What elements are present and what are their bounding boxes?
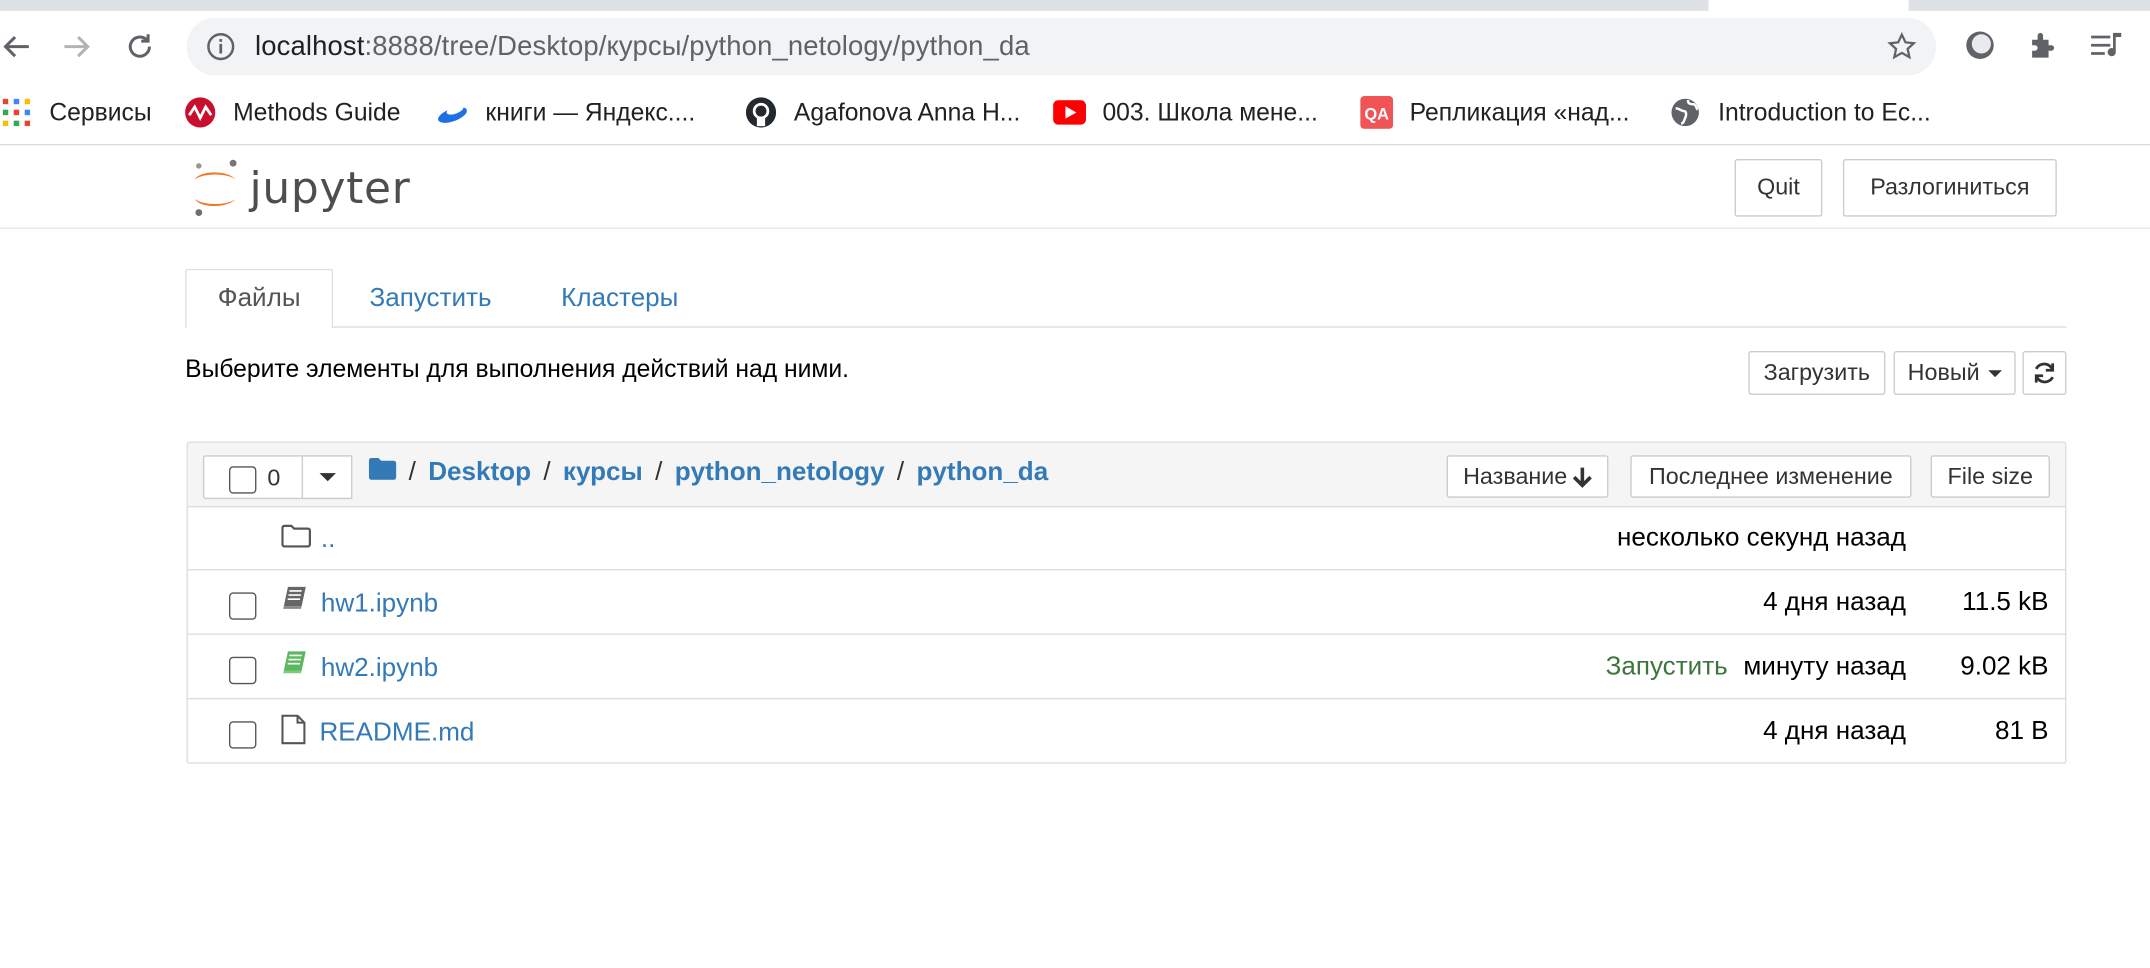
- running-status: Запустить: [1605, 652, 1728, 682]
- breadcrumb-separator: /: [408, 457, 416, 487]
- tab-running[interactable]: Запустить: [347, 269, 514, 328]
- file-size: 81 B: [1994, 717, 2049, 746]
- bookmarks-bar: Сервисы Methods Guide книги — Яндекс....…: [0, 82, 2150, 146]
- browser-tab-strip: [0, 0, 2150, 11]
- extensions-puzzle-icon[interactable]: [2027, 29, 2060, 69]
- selection-hint: Выберите элементы для выполнения действи…: [185, 355, 850, 383]
- profile-circle-icon[interactable]: [1964, 29, 1997, 69]
- refresh-icon: [2034, 362, 2055, 384]
- bookmark-yandex-books[interactable]: книги — Яндекс....: [436, 96, 695, 129]
- sort-by-size-button[interactable]: File size: [1930, 455, 2050, 498]
- select-all-checkbox[interactable]: [228, 466, 257, 494]
- logout-button[interactable]: Разлогиниться: [1842, 159, 2057, 217]
- new-button-label: Новый: [1907, 359, 1980, 386]
- youtube-icon: [1053, 96, 1086, 129]
- bookmark-label: книги — Яндекс....: [485, 98, 696, 126]
- jupyter-header: jupyter Quit Разлогиниться: [0, 146, 2150, 229]
- breadcrumb-separator: /: [655, 457, 663, 487]
- reading-list-icon[interactable]: [2090, 29, 2126, 69]
- sort-name-label: Название: [1463, 462, 1568, 489]
- row-checkbox[interactable]: [228, 592, 257, 620]
- sort-by-modified-button[interactable]: Последнее изменение: [1630, 455, 1912, 498]
- folder-outline-icon: [281, 524, 311, 556]
- file-icon: [281, 714, 306, 751]
- file-list-header: 0 / Desktop / курсы / python_netology / …: [187, 442, 2066, 508]
- jupyter-logo[interactable]: jupyter: [192, 158, 410, 218]
- globe-icon: [1669, 96, 1702, 129]
- selected-count: 0: [267, 464, 281, 491]
- bookmark-github[interactable]: Agafonova Anna H...: [745, 96, 1021, 129]
- tab-bar: Файлы Запустить Кластеры: [185, 268, 2067, 330]
- list-item[interactable]: README.md 4 дня назад 81 B: [188, 701, 2065, 764]
- reload-icon[interactable]: [123, 30, 156, 63]
- file-name-link[interactable]: hw1.ipynb: [321, 590, 438, 620]
- file-name-link[interactable]: ..: [321, 525, 335, 555]
- caret-down-icon: [318, 473, 336, 482]
- bookmark-star-icon[interactable]: [1887, 32, 1917, 69]
- list-item[interactable]: hw1.ipynb 4 дня назад 11.5 kB: [187, 572, 2066, 635]
- breadcrumb-separator: /: [896, 457, 905, 487]
- svg-text:QA: QA: [1364, 105, 1389, 123]
- bookmark-services[interactable]: Сервисы: [0, 96, 152, 129]
- bookmark-youtube[interactable]: 003. Школа мене...: [1053, 96, 1318, 129]
- jupyter-logo-text: jupyter: [249, 161, 411, 214]
- address-bar[interactable]: localhost:8888/tree/Desktop/курсы/python…: [186, 17, 1937, 76]
- bookmark-methods-guide[interactable]: Methods Guide: [184, 96, 401, 129]
- list-item[interactable]: .. несколько секунд назад: [187, 507, 2066, 571]
- row-checkbox[interactable]: [228, 656, 257, 685]
- modified-time: 4 дня назад: [1763, 717, 1906, 746]
- jupyter-logo-icon: [194, 159, 237, 216]
- modified-time: 4 дня назад: [1763, 588, 1906, 618]
- refresh-button[interactable]: [2022, 351, 2067, 395]
- caret-down-icon: [1987, 369, 2002, 377]
- bookmark-label: Сервисы: [49, 98, 152, 126]
- new-dropdown-button[interactable]: Новый: [1893, 351, 2016, 395]
- file-size: 9.02 kB: [1960, 652, 2049, 682]
- modified-time: несколько секунд назад: [1616, 523, 1906, 553]
- breadcrumb-item[interactable]: Desktop: [428, 458, 531, 488]
- back-arrow-icon[interactable]: [0, 30, 33, 63]
- tab-clusters[interactable]: Кластеры: [536, 269, 703, 328]
- breadcrumb-item[interactable]: python_netology: [675, 458, 885, 488]
- breadcrumb-item[interactable]: курсы: [563, 458, 643, 488]
- select-dropdown-button[interactable]: [301, 455, 353, 500]
- folder-icon[interactable]: [368, 457, 397, 488]
- file-name-link[interactable]: hw2.ipynb: [321, 654, 438, 684]
- upload-button[interactable]: Загрузить: [1748, 351, 1886, 395]
- list-item[interactable]: hw2.ipynb Запустить минуту назад 9.02 kB: [187, 636, 2066, 700]
- browser-toolbar: localhost:8888/tree/Desktop/курсы/python…: [0, 10, 2150, 83]
- methods-guide-icon: [184, 96, 217, 129]
- row-checkbox[interactable]: [228, 721, 257, 749]
- tab-files[interactable]: Файлы: [185, 268, 334, 330]
- bookmark-introduction[interactable]: Introduction to Ec...: [1669, 96, 1931, 129]
- forward-arrow-icon[interactable]: [60, 30, 93, 63]
- bookmark-label: Agafonova Anna H...: [793, 98, 1021, 126]
- active-browser-tab[interactable]: [1708, 0, 1909, 11]
- apps-grid-icon: [0, 96, 33, 129]
- file-size: 11.5 kB: [1962, 588, 2049, 618]
- bookmark-replication[interactable]: QA Репликация «над...: [1360, 95, 1630, 129]
- file-list-panel: 0 / Desktop / курсы / python_netology / …: [186, 441, 2067, 764]
- file-name-link[interactable]: README.md: [319, 719, 474, 749]
- bookmark-label: Introduction to Ec...: [1718, 98, 1931, 126]
- url-text: localhost:8888/tree/Desktop/курсы/python…: [255, 31, 1030, 62]
- site-info-icon[interactable]: [206, 32, 236, 69]
- quit-button[interactable]: Quit: [1734, 159, 1823, 217]
- qa-icon: QA: [1360, 95, 1394, 129]
- yandex-disk-icon: [436, 96, 469, 129]
- breadcrumb-separator: /: [543, 457, 551, 487]
- bookmark-label: 003. Школа мене...: [1102, 98, 1318, 126]
- sort-by-name-button[interactable]: Название: [1446, 455, 1609, 498]
- notebook-icon: [281, 586, 308, 618]
- notebook-running-icon: [281, 650, 308, 682]
- bookmark-label: Methods Guide: [233, 98, 401, 126]
- arrow-down-icon: [1572, 466, 1592, 488]
- bookmark-label: Репликация «над...: [1409, 98, 1630, 126]
- modified-time: минуту назад: [1743, 652, 1906, 682]
- github-icon: [745, 96, 778, 129]
- breadcrumb: / Desktop / курсы / python_netology / py…: [368, 457, 1048, 488]
- breadcrumb-item[interactable]: python_da: [916, 458, 1048, 488]
